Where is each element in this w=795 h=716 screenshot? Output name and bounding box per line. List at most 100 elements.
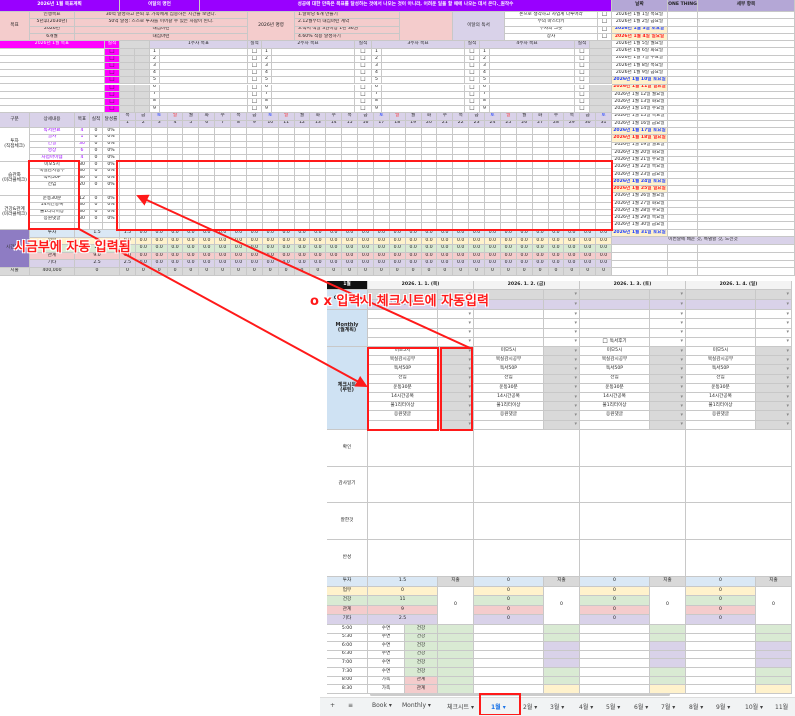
time-sub-cell[interactable] [438,625,474,634]
routine-ox-dropdown[interactable] [544,374,580,384]
monthly-goal-cell[interactable] [0,105,105,113]
tracker-day-cell[interactable] [500,223,517,230]
monthly-plan-dropdown[interactable] [438,337,474,347]
tracker-day-cell[interactable] [580,196,597,203]
tracker-day-cell[interactable] [183,209,200,217]
tracker-day-cell[interactable] [120,168,136,176]
week-goal-cell[interactable] [160,98,248,106]
one-thing-cell[interactable] [668,106,698,114]
tracker-day-cell[interactable] [183,162,200,169]
tracker-day-cell[interactable] [342,202,359,210]
week-goal-cell[interactable] [160,70,248,78]
tracker-day-cell[interactable] [500,134,517,142]
tracker-day-cell[interactable] [405,168,422,176]
detail-cell[interactable] [698,48,795,56]
week-goal-checkbox[interactable] [575,84,590,92]
tracker-day-cell[interactable] [453,223,470,230]
week-goal-cell[interactable] [490,56,575,64]
tracker-day-cell[interactable] [135,128,152,135]
time-cell[interactable] [474,659,544,668]
tracker-day-cell[interactable] [183,168,200,176]
time-cell[interactable] [580,642,650,651]
tracker-day-cell[interactable] [199,209,216,217]
tracker-day-cell[interactable] [548,182,565,190]
tracker-day-cell[interactable] [167,182,184,190]
detail-cell[interactable] [698,193,795,201]
detail-cell[interactable] [698,157,795,165]
detail-cell[interactable] [698,55,795,63]
monthly-plan-cell[interactable] [368,310,438,320]
monthly-goal-checkbox[interactable] [105,49,120,57]
time-sub-cell[interactable] [544,633,580,643]
tracker-day-cell[interactable] [548,223,565,230]
confirm-cell[interactable] [580,430,686,467]
tracker-day-cell[interactable] [215,162,232,169]
time-activity[interactable]: 수면 [368,625,405,634]
one-thing-cell[interactable] [668,164,698,172]
tracker-day-cell[interactable] [262,202,279,210]
routine-ox-dropdown[interactable] [544,420,580,430]
tracker-day-cell[interactable] [437,196,454,203]
tracker-day-cell[interactable] [358,196,374,203]
week-goal-cell[interactable] [272,91,355,99]
tracker-day-cell[interactable] [199,128,216,135]
tracker-day-cell[interactable] [151,148,168,156]
week-goal-checkbox[interactable] [465,70,480,78]
tracker-day-cell[interactable] [580,168,597,176]
tracker-day-cell[interactable] [310,162,327,169]
tracker-day-cell[interactable] [120,141,136,149]
week-goal-checkbox[interactable] [355,77,372,85]
tracker-day-cell[interactable] [215,168,232,176]
time-sub-cell[interactable] [438,642,474,651]
checkbox-icon[interactable] [602,339,607,346]
tracker-day-cell[interactable] [421,223,438,230]
tracker-day-cell[interactable] [167,168,184,176]
tracker-day-cell[interactable] [278,189,295,196]
goal-row-value[interactable]: 내집마련 [75,33,248,41]
tracker-day-cell[interactable] [151,168,168,176]
tracker-day-cell[interactable] [167,216,184,224]
tracker-day-cell[interactable] [231,141,247,149]
tracker-day-cell[interactable] [437,155,454,162]
tracker-day-cell[interactable] [548,128,565,135]
tracker-day-cell[interactable] [373,189,390,196]
tracker-day-cell[interactable] [135,162,152,169]
time-category[interactable]: 건강 [405,633,438,643]
tracker-day-cell[interactable] [183,148,200,156]
reflection-cell[interactable] [612,252,668,261]
tracker-day-cell[interactable] [294,134,311,142]
tracker-day-cell[interactable] [358,216,374,224]
week-goal-cell[interactable] [272,49,355,57]
tracker-day-cell[interactable] [532,189,549,196]
tracker-day-cell[interactable] [358,182,374,190]
tracker-day-cell[interactable] [596,162,612,169]
tracker-day-cell[interactable] [215,196,232,203]
tracker-day-cell[interactable] [596,128,612,135]
tracker-day-cell[interactable] [469,182,486,190]
tracker-day-cell[interactable] [358,223,374,230]
routine-ox-dropdown[interactable] [438,383,474,393]
tracker-day-cell[interactable] [199,134,216,142]
monthly-plan-cell[interactable] [686,328,756,338]
monthly-plan-cell[interactable] [580,319,650,329]
week-goal-cell[interactable] [272,63,355,71]
tracker-day-cell[interactable] [199,155,216,162]
week-goal-cell[interactable] [490,63,575,71]
goal-row-value[interactable]: 내집마련 [75,26,248,34]
tracker-day-cell[interactable] [373,182,390,190]
sheet-tab[interactable]: 4월 ▾ [579,702,593,711]
tracker-day-cell[interactable] [120,223,136,230]
tracker-day-cell[interactable] [437,128,454,135]
tracker-day-cell[interactable] [389,162,406,169]
well-done-cell[interactable] [474,503,580,540]
one-thing-dropdown[interactable] [756,290,792,300]
one-thing-cell[interactable] [668,215,698,223]
one-thing-cell[interactable] [668,19,698,27]
week-goal-cell[interactable] [490,49,575,57]
tracker-day-cell[interactable] [199,216,216,224]
week-goal-checkbox[interactable] [465,98,480,106]
detail-cell[interactable] [698,106,795,114]
tracker-day-cell[interactable] [310,141,327,149]
tracker-day-cell[interactable] [580,202,597,210]
tracker-day-cell[interactable] [342,155,359,162]
